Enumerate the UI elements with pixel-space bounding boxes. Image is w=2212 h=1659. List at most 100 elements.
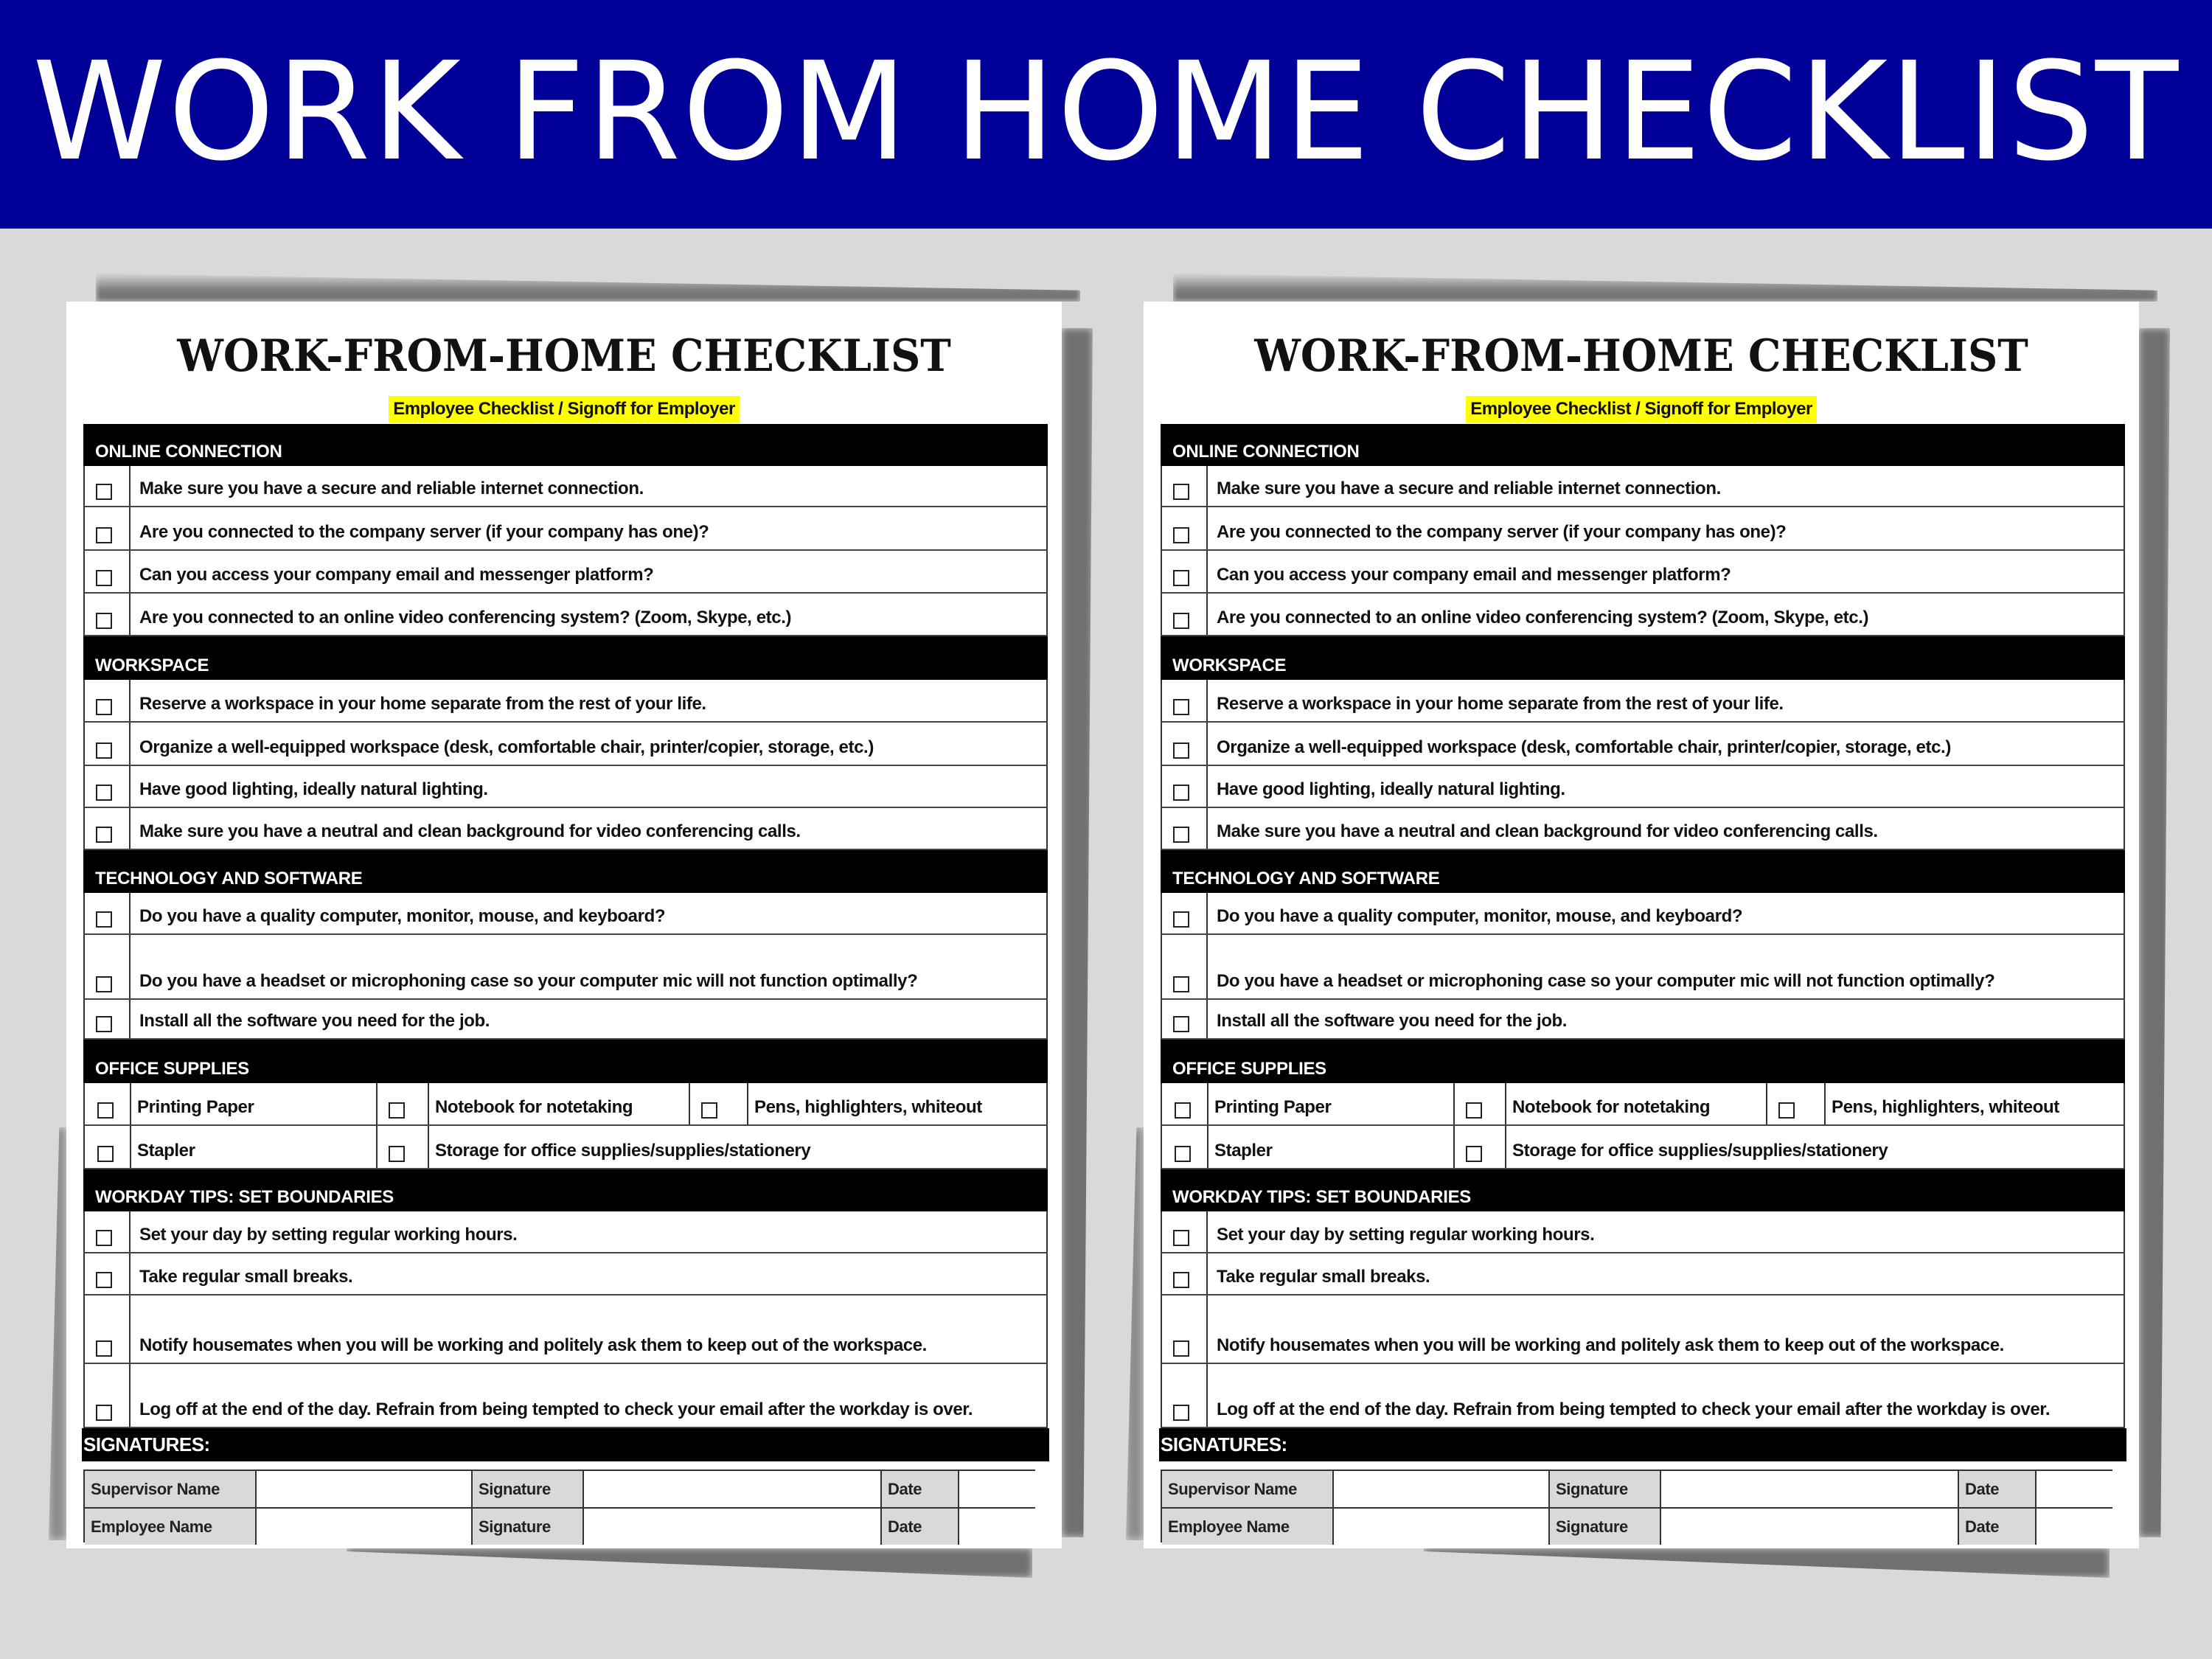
checklist-item: Take regular small breaks. <box>83 1253 1048 1295</box>
checkbox[interactable] <box>96 1340 112 1357</box>
checklist-item-text: Make sure you have a secure and reliable… <box>139 479 644 498</box>
checkbox[interactable] <box>96 484 112 500</box>
checklist-item: Notify housemates when you will be worki… <box>83 1295 1048 1364</box>
section-header: TECHNOLOGY AND SOFTWARE <box>83 850 1048 893</box>
checklist-item-text: Organize a well-equipped workspace (desk… <box>139 737 874 757</box>
name-field[interactable] <box>257 1471 473 1507</box>
checkbox[interactable] <box>97 1146 114 1162</box>
section-header: TECHNOLOGY AND SOFTWARE <box>1161 850 2125 893</box>
date-field[interactable] <box>959 1471 1037 1507</box>
name-field[interactable] <box>1334 1471 1550 1507</box>
checkbox[interactable] <box>1173 613 1189 629</box>
page-shadow <box>347 1548 1032 1578</box>
checkbox[interactable] <box>1173 911 1189 928</box>
banner-title: WORK FROM HOME CHECKLIST <box>32 33 2180 191</box>
checkbox[interactable] <box>389 1146 405 1162</box>
name-label: Employee Name <box>85 1509 257 1545</box>
signature-field[interactable] <box>1661 1509 1959 1545</box>
checkbox[interactable] <box>1173 1016 1189 1032</box>
checkbox-cell <box>85 1126 131 1168</box>
checkbox[interactable] <box>96 570 112 586</box>
checkbox[interactable] <box>1173 827 1189 843</box>
signature-label: Signature <box>1550 1509 1661 1545</box>
checkbox[interactable] <box>1173 527 1189 543</box>
checkbox-cell <box>1162 723 1208 765</box>
checkbox[interactable] <box>1173 1340 1189 1357</box>
checkbox[interactable] <box>96 1405 112 1421</box>
checkbox[interactable] <box>96 1016 112 1032</box>
signatures-table: Supervisor Name Signature Date Employee Nam… <box>83 1470 1037 1545</box>
checkbox[interactable] <box>1175 1146 1191 1162</box>
page-shadow <box>49 1127 66 1540</box>
checklist-page-mockup: WORK-FROM-HOME CHECKLIST Employee Checkl… <box>49 274 1093 1578</box>
checklist-item-text: Are you connected to the company server … <box>1217 522 1787 542</box>
checklist-item: Set your day by setting regular working … <box>83 1211 1048 1253</box>
checkbox[interactable] <box>1466 1102 1482 1119</box>
page-shadow <box>96 274 1080 302</box>
date-field[interactable] <box>959 1509 1037 1545</box>
checklist-item: Organize a well-equipped workspace (desk… <box>1161 723 2125 766</box>
signature-field[interactable] <box>584 1471 882 1507</box>
checkbox-cell <box>376 1126 429 1168</box>
checkbox[interactable] <box>96 613 112 629</box>
checkbox[interactable] <box>1173 1272 1189 1288</box>
checkbox[interactable] <box>1173 484 1189 500</box>
date-field[interactable] <box>2037 1471 2114 1507</box>
supply-item-text: Pens, highlighters, whiteout <box>754 1097 982 1117</box>
checkbox-cell <box>1162 935 1208 998</box>
checklist-item: Do you have a headset or microphoning ca… <box>83 935 1048 1000</box>
signature-field[interactable] <box>584 1509 882 1545</box>
checkbox[interactable] <box>96 827 112 843</box>
checkbox[interactable] <box>1173 976 1189 992</box>
signature-row: Supervisor Name Signature Date <box>1162 1471 2114 1507</box>
checklist-item-text: Can you access your company email and me… <box>139 565 654 585</box>
checkbox[interactable] <box>97 1102 114 1119</box>
checkbox[interactable] <box>1173 570 1189 586</box>
date-label: Date <box>1959 1471 2037 1507</box>
checklist-item: Are you connected to the company server … <box>1161 507 2125 551</box>
supply-item-cell: Storage for office supplies/supplies/sta… <box>1505 1126 2126 1168</box>
checklist-item: Reserve a workspace in your home separat… <box>83 680 1048 723</box>
checkbox-cell <box>85 1364 131 1427</box>
checklist-item-text: Are you connected to an online video con… <box>139 608 792 627</box>
checkbox[interactable] <box>1466 1146 1482 1162</box>
checklist-item: Log off at the end of the day. Refrain f… <box>83 1364 1048 1428</box>
checkbox[interactable] <box>96 785 112 801</box>
name-field[interactable] <box>1334 1509 1550 1545</box>
checklist-item-text: Reserve a workspace in your home separat… <box>139 694 706 714</box>
supply-item-text: Notebook for notetaking <box>1512 1097 1711 1117</box>
checklist-item: Take regular small breaks. <box>1161 1253 2125 1295</box>
checkbox[interactable] <box>96 976 112 992</box>
checkbox[interactable] <box>1173 1405 1189 1421</box>
supply-item-text: Stapler <box>1214 1141 1273 1161</box>
checkbox[interactable] <box>1173 785 1189 801</box>
checkbox-cell <box>1162 594 1208 635</box>
checkbox[interactable] <box>1173 699 1189 715</box>
checkbox-cell <box>1453 1083 1506 1124</box>
checklist-item-text: Set your day by setting regular working … <box>1217 1225 1595 1245</box>
checklist-item-text: Can you access your company email and me… <box>1217 565 1731 585</box>
checkbox[interactable] <box>96 742 112 759</box>
checkbox[interactable] <box>96 527 112 543</box>
checkbox[interactable] <box>701 1102 717 1119</box>
checklist-item-text: Reserve a workspace in your home separat… <box>1217 694 1784 714</box>
checkbox-cell <box>85 594 131 635</box>
checkbox[interactable] <box>1778 1102 1795 1119</box>
checkbox[interactable] <box>1175 1102 1191 1119</box>
checkbox[interactable] <box>96 1230 112 1246</box>
checkbox[interactable] <box>96 911 112 928</box>
name-field[interactable] <box>257 1509 473 1545</box>
checkbox-cell <box>85 680 131 721</box>
checkbox[interactable] <box>1173 1230 1189 1246</box>
date-field[interactable] <box>2037 1509 2114 1545</box>
signature-label: Signature <box>1550 1471 1661 1507</box>
checkbox[interactable] <box>389 1102 405 1119</box>
supply-item-text: Stapler <box>137 1141 195 1161</box>
checkbox[interactable] <box>96 699 112 715</box>
checkbox[interactable] <box>96 1272 112 1288</box>
checkbox-cell <box>85 723 131 765</box>
checkbox[interactable] <box>1173 742 1189 759</box>
signature-field[interactable] <box>1661 1471 1959 1507</box>
checklist-page-mockup: WORK-FROM-HOME CHECKLIST Employee Checkl… <box>1126 274 2170 1578</box>
checklist-item-text: Make sure you have a secure and reliable… <box>1217 479 1721 498</box>
